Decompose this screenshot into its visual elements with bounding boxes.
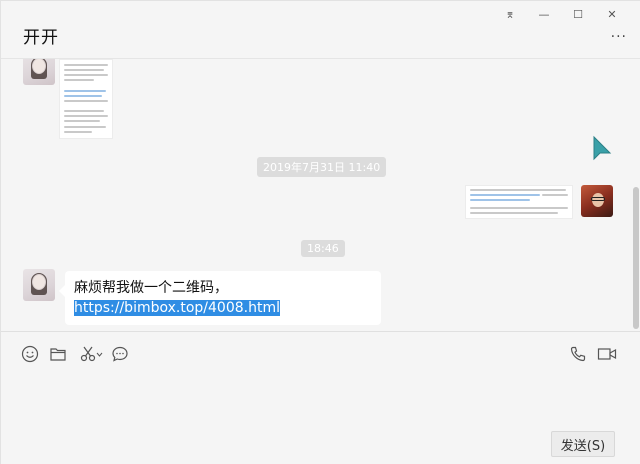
minimize-button[interactable]: — [527,5,561,23]
timestamp: 2019年7月31日 11:40 [257,157,387,177]
chat-history-button[interactable] [110,344,130,364]
window-controls: ⌆ — ☐ ✕ [493,5,629,23]
timestamp: 18:46 [301,240,345,257]
emoji-button[interactable] [20,344,40,364]
scrollbar[interactable] [633,187,639,329]
more-options-button[interactable]: ··· [611,29,627,45]
mouse-cursor-icon [593,135,612,161]
message-text: 麻烦帮我做一个二维码， [74,280,228,296]
chat-toolbar [1,331,640,375]
message-input-area[interactable]: 发送(S) [1,375,640,464]
folder-icon [50,348,66,361]
video-call-button[interactable] [596,344,618,364]
voice-call-button[interactable] [568,344,588,364]
emoji-icon [21,345,39,363]
message-list: 2019年7月31日 11:40 18:46 麻烦帮我做一个二维码， https:… [1,59,640,331]
maximize-button[interactable]: ☐ [561,5,595,23]
chat-title: 开开 [23,28,59,48]
close-button[interactable]: ✕ [595,5,629,23]
send-button[interactable]: 发送(S) [551,431,615,457]
avatar-face [33,275,45,289]
video-icon [597,348,617,360]
image-message[interactable] [59,59,113,139]
pin-button[interactable]: ⌆ [493,5,527,23]
screenshot-button[interactable] [78,344,104,364]
contact-avatar[interactable] [23,269,55,301]
avatar-face [33,59,45,73]
scissors-icon [80,346,103,362]
image-message[interactable] [465,185,573,219]
chat-bubble-icon [112,346,128,362]
text-message[interactable]: 麻烦帮我做一个二维码， https://bimbox.top/4008.html [59,271,381,325]
avatar-glasses [591,197,605,201]
contact-avatar[interactable] [23,59,55,85]
phone-icon [570,346,586,362]
my-avatar[interactable] [581,185,613,217]
send-file-button[interactable] [48,344,68,364]
message-link[interactable]: https://bimbox.top/4008.html [74,300,280,316]
chat-window: 开开 ··· ⌆ — ☐ ✕ 2019年7月31日 11:40 18:46 麻烦… [0,0,640,464]
